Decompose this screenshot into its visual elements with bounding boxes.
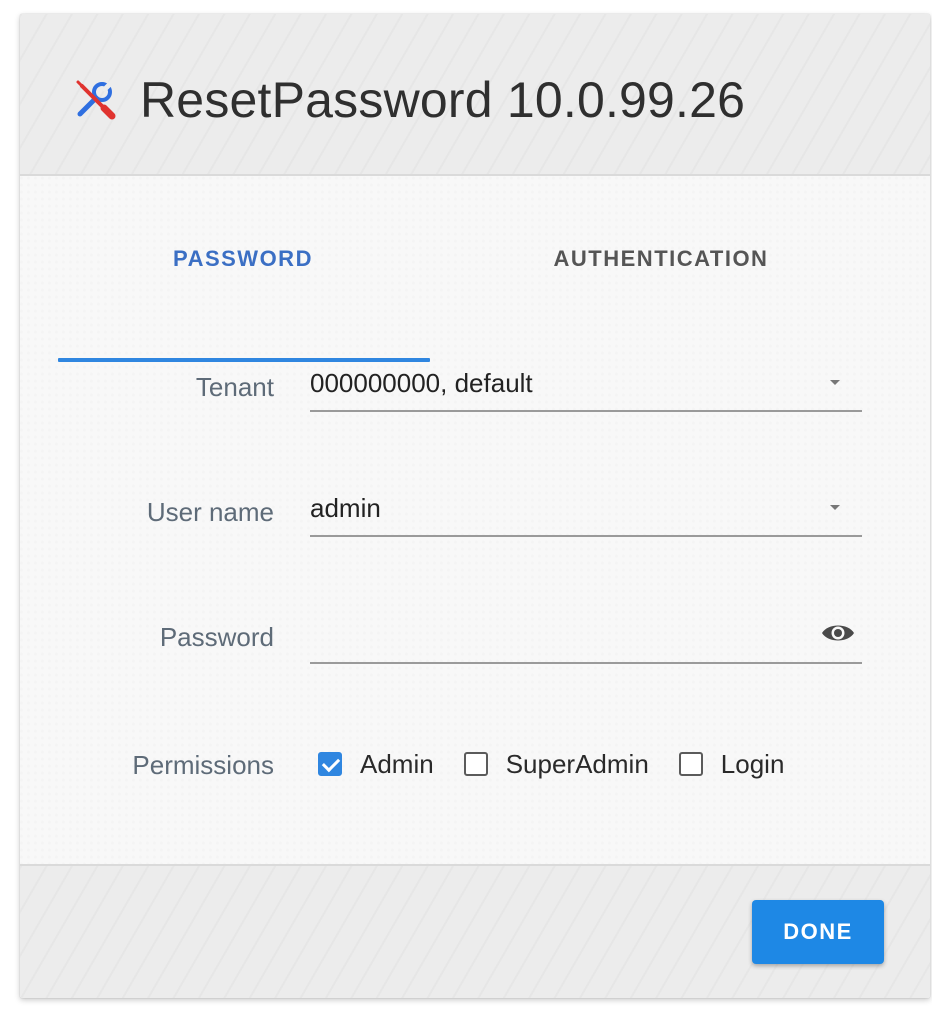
eye-icon[interactable] xyxy=(820,620,856,646)
done-button[interactable]: DONE xyxy=(752,900,884,964)
username-select[interactable]: admin xyxy=(310,481,862,537)
permissions-label: Permissions xyxy=(132,750,274,780)
tools-icon xyxy=(76,79,116,120)
chevron-down-icon xyxy=(830,380,840,385)
admin-checkbox[interactable] xyxy=(318,752,342,776)
dialog-header: ResetPassword 10.0.99.26 xyxy=(20,14,930,176)
permission-superadmin[interactable]: SuperAdmin xyxy=(463,748,649,780)
superadmin-label: SuperAdmin xyxy=(505,748,649,779)
admin-label: Admin xyxy=(360,748,434,779)
reset-password-dialog: ResetPassword 10.0.99.26 PASSWORD AUTHEN… xyxy=(20,14,930,998)
tenant-select[interactable]: 000000000, default xyxy=(310,356,862,412)
password-label: Password xyxy=(159,622,274,652)
password-field[interactable] xyxy=(310,608,862,664)
tab-password[interactable]: PASSWORD xyxy=(58,236,428,314)
login-label: Login xyxy=(720,748,785,779)
tenant-label: Tenant xyxy=(195,372,274,402)
tenant-value: 000000000, default xyxy=(310,368,533,398)
tab-bar: PASSWORD AUTHENTICATION xyxy=(58,236,798,362)
permissions-group: Admin SuperAdmin Login xyxy=(318,744,814,784)
dialog-footer: DONE xyxy=(20,864,930,998)
permission-admin[interactable]: Admin xyxy=(318,749,434,780)
login-checkbox[interactable] xyxy=(678,752,703,776)
dialog-body: PASSWORD AUTHENTICATION Tenant 000000000… xyxy=(20,176,930,864)
superadmin-checkbox[interactable] xyxy=(463,752,488,776)
screen: ResetPassword 10.0.99.26 PASSWORD AUTHEN… xyxy=(0,0,932,1023)
permission-login[interactable]: Login xyxy=(678,748,785,780)
dialog-title: ResetPassword 10.0.99.26 xyxy=(140,72,746,128)
chevron-down-icon xyxy=(830,505,840,510)
username-value: admin xyxy=(310,493,381,523)
tab-authentication[interactable]: AUTHENTICATION xyxy=(476,236,846,314)
username-label: User name xyxy=(146,497,274,527)
